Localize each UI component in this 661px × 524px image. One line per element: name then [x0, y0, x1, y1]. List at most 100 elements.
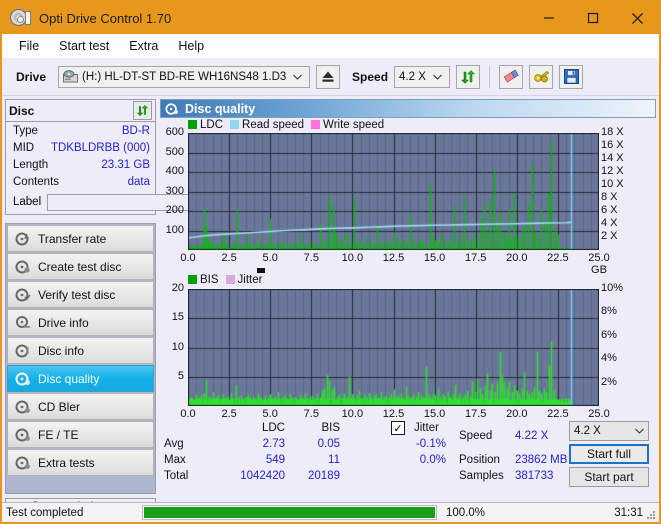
start-part-button[interactable]: Start part — [569, 467, 649, 487]
speed-label: Speed — [352, 69, 389, 84]
sidebar-item-drive-info[interactable]: Drive info — [7, 309, 154, 336]
stats-row-label-avg: Avg — [164, 438, 184, 450]
samples-label: Samples — [459, 470, 504, 482]
y-tick-label: 200 — [165, 204, 184, 216]
status-message: Test completed — [6, 506, 84, 519]
y2-tick-label: 14 X — [601, 152, 624, 164]
disc-test-icon — [15, 231, 31, 247]
drive-info-icon — [15, 315, 31, 331]
x-tick-label: 20.0 — [506, 408, 528, 420]
y2-tick-label: 6 X — [601, 204, 618, 216]
status-bar: Test completed 100.0% 31:31 — [2, 502, 659, 522]
sidebar-item-extra-tests[interactable]: Extra tests — [7, 449, 154, 476]
chevron-down-icon — [635, 426, 644, 436]
test-speed-select[interactable]: 4.2 X — [569, 421, 649, 441]
floppy-save-icon — [563, 69, 579, 84]
speed-value: 4.2 X — [399, 70, 426, 83]
start-full-button[interactable]: Start full — [569, 444, 649, 464]
stats-header-ldc: LDC — [261, 422, 285, 434]
drive-icon — [63, 70, 79, 83]
extra-tests-icon — [15, 455, 31, 471]
fe-te-icon — [15, 427, 31, 443]
legend-jitter: Jitter — [225, 274, 262, 286]
sidebar-label: Drive info — [38, 315, 89, 330]
cd-bler-icon — [15, 399, 31, 415]
eraser-icon — [503, 69, 519, 83]
sidebar-label: CD Bler — [38, 399, 81, 414]
sidebar-item-disc-quality[interactable]: Disc quality — [7, 365, 154, 392]
window-title: Opti Drive Control 1.70 — [39, 10, 172, 26]
refresh-button[interactable] — [456, 64, 481, 89]
y2-tick-label: 4 X — [601, 217, 618, 229]
drive-toolbar: Drive (H:) HL-DT-ST BD-RE WH16NS48 1.D3 — [2, 58, 659, 96]
sidebar-item-transfer-rate[interactable]: Transfer rate — [7, 225, 154, 252]
window-controls — [527, 2, 659, 34]
disc-quality-icon — [165, 102, 179, 116]
eject-button[interactable] — [316, 64, 341, 89]
stats-total-bis: 20189 — [308, 470, 340, 482]
legend-write-speed: Write speed — [311, 119, 384, 131]
menu-start-test[interactable]: Start test — [50, 36, 118, 56]
sidebar-item-cd-bler[interactable]: CD Bler — [7, 393, 154, 420]
progress-fill — [144, 507, 435, 518]
x-tick-label: 17.5 — [464, 252, 487, 264]
marker-square — [257, 268, 265, 273]
erase-button[interactable] — [499, 64, 524, 89]
speed-select[interactable]: 4.2 X — [394, 65, 451, 88]
x-tick-label: 0.0 — [180, 408, 196, 420]
jitter-checkbox[interactable]: ✓ — [391, 421, 405, 435]
disc-label-row: Label — [6, 190, 250, 214]
x-tick-label: 7.5 — [303, 408, 319, 420]
y-tick-label: 20 — [171, 282, 184, 294]
title-bar: Opti Drive Control 1.70 — [2, 2, 659, 34]
sidebar-label: Disc quality — [38, 371, 100, 386]
disc-row-contents: Contents data — [6, 173, 155, 190]
x-tick-label: 5.0 — [262, 408, 278, 420]
sidebar-label: Create test disc — [38, 259, 122, 274]
y2-tick-label: 2% — [601, 375, 617, 388]
sidebar-item-fe-te[interactable]: FE / TE — [7, 421, 154, 448]
bis-chart: BIS Jitter 5 10 15 20 2% 4% 6% 8% 10% 0.0 2.5 5.0 7.… — [160, 268, 656, 432]
drive-select[interactable]: (H:) HL-DT-ST BD-RE WH16NS48 1.D3 — [58, 65, 311, 88]
save-button[interactable] — [559, 64, 584, 89]
menu-help[interactable]: Help — [169, 36, 213, 56]
x-tick-label: 0.0 — [180, 252, 196, 264]
stats-max-bis: 11 — [328, 454, 340, 466]
y-tick-label: 10 — [171, 340, 184, 353]
refresh-icon — [136, 104, 149, 117]
close-button[interactable] — [615, 2, 659, 34]
check-icon: ✓ — [393, 422, 403, 435]
sidebar-item-create-test-disc[interactable]: Create test disc — [7, 253, 154, 280]
x-tick-label: 10.0 — [341, 408, 364, 420]
speed-stat-value: 4.22 X — [515, 430, 549, 442]
legend-swatch-read-speed — [230, 120, 240, 129]
y-tick-label: 500 — [165, 145, 184, 158]
disc-value-contents: data — [127, 175, 150, 188]
y-tick-label: 600 — [165, 126, 184, 138]
resize-grip-icon[interactable] — [646, 510, 656, 520]
y-tick-label: 400 — [165, 165, 184, 177]
disc-value-mid: TDKBLDRBB (000) — [50, 141, 150, 154]
stats-max-jitter: 0.0% — [419, 454, 446, 466]
ldc-plot-canvas — [188, 133, 599, 250]
menu-file[interactable]: File — [10, 36, 48, 56]
legend-swatch-ldc — [188, 120, 197, 129]
stats-header-bis: BIS — [321, 422, 340, 434]
menu-bar: File Start test Extra Help — [2, 34, 659, 58]
disc-key-length: Length — [13, 158, 49, 171]
app-window: Opti Drive Control 1.70 File Start test … — [0, 0, 661, 524]
stats-avg-bis: 0.05 — [317, 438, 340, 450]
sidebar-item-verify-test-disc[interactable]: Verify test disc — [7, 281, 154, 308]
chevron-down-icon — [428, 72, 447, 82]
maximize-button[interactable] — [571, 2, 615, 34]
tools-button[interactable] — [529, 64, 554, 89]
menu-extra[interactable]: Extra — [120, 36, 167, 56]
drive-label: Drive — [16, 69, 47, 84]
sidebar-item-disc-info[interactable]: Disc info — [7, 337, 154, 364]
test-speed-value: 4.2 X — [574, 425, 601, 437]
disc-info-panel: Disc Type BD-R MID TDKBLDRBB (000) Lengt… — [5, 99, 250, 215]
y2-tick-label: 8% — [601, 305, 617, 318]
minimize-button[interactable] — [527, 2, 571, 34]
disc-key-contents: Contents — [13, 175, 60, 188]
disc-refresh-button[interactable] — [133, 101, 152, 120]
